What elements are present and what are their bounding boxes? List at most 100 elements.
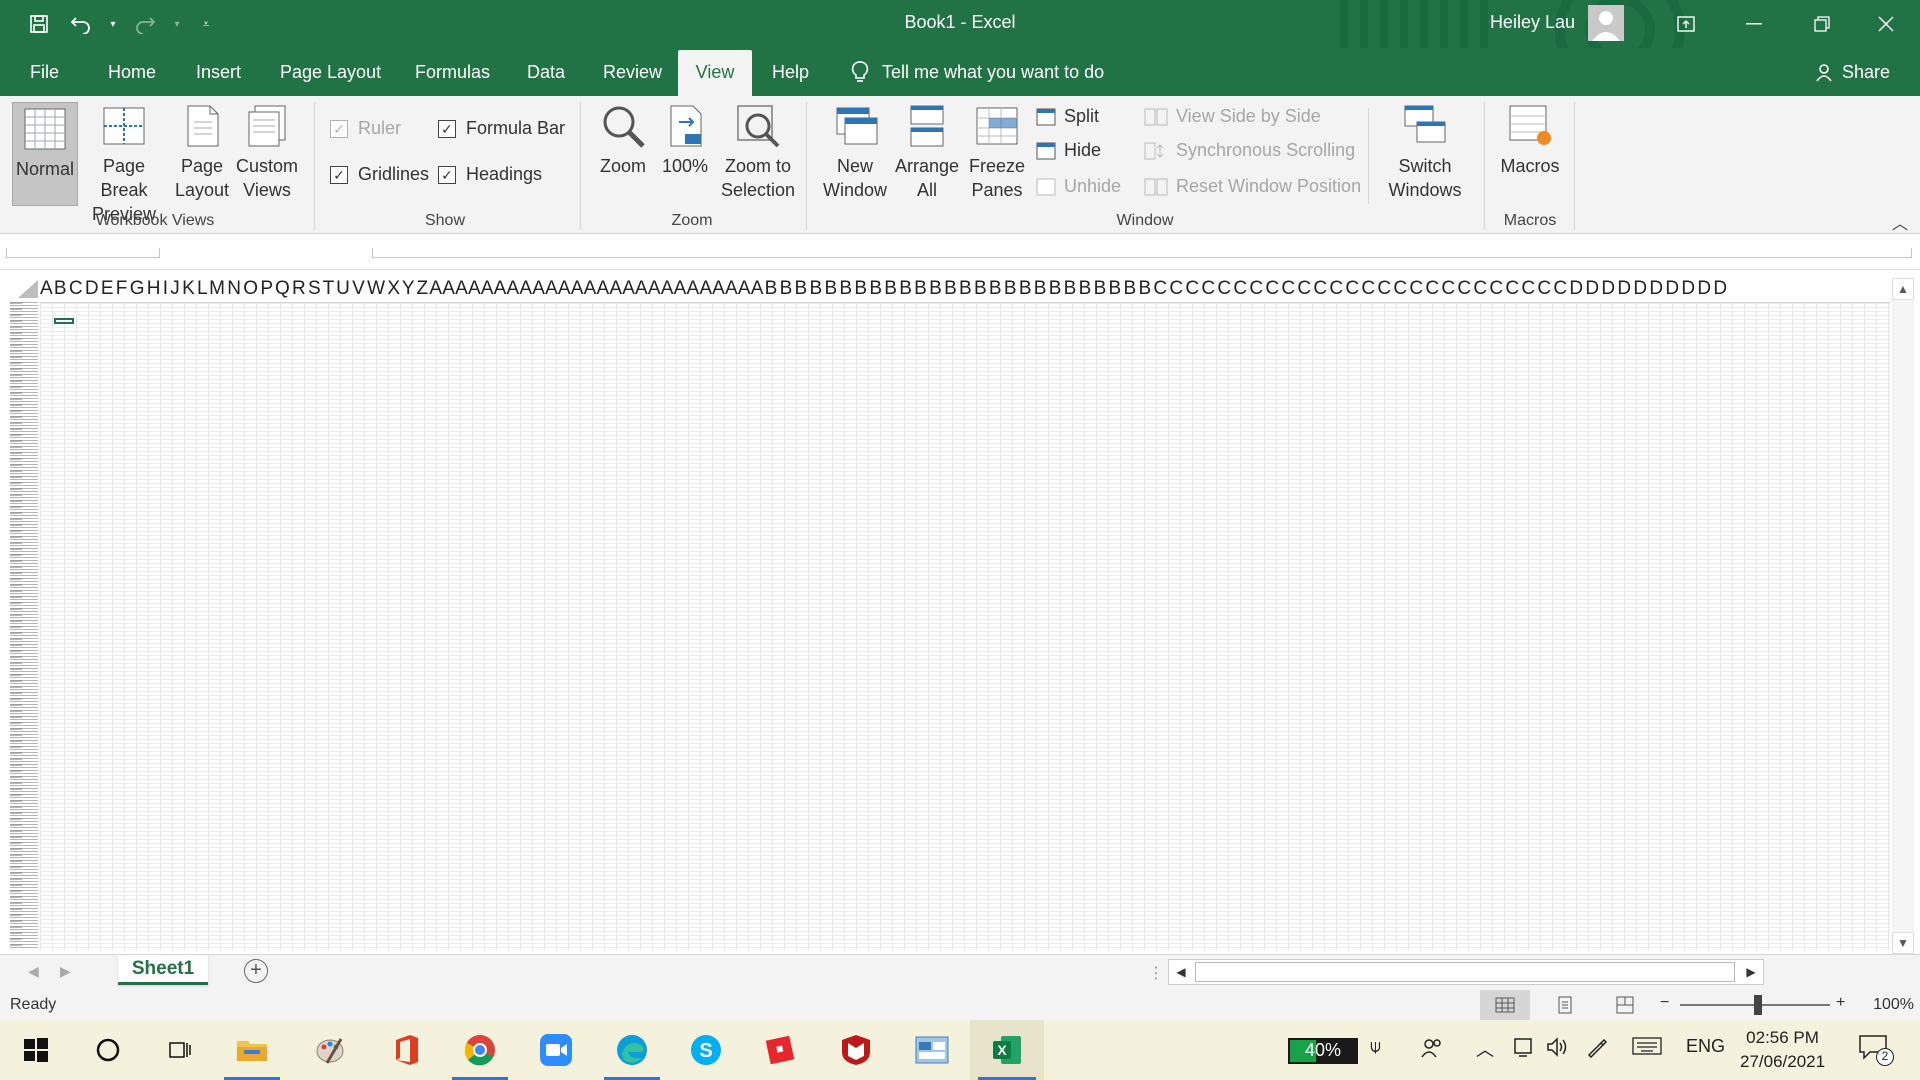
chrome-icon[interactable]: [444, 1020, 516, 1080]
reset-position-label: Reset Window Position: [1176, 176, 1362, 196]
switch-windows-label-2: Windows: [1388, 180, 1462, 200]
headings-checkbox[interactable]: ✓ Headings: [438, 164, 542, 185]
zoom-button[interactable]: Zoom: [594, 102, 652, 178]
tab-view[interactable]: View: [678, 50, 752, 96]
battery-indicator[interactable]: 40%: [1288, 1038, 1358, 1064]
language-indicator[interactable]: ENG: [1686, 1036, 1725, 1057]
add-sheet-icon[interactable]: +: [244, 959, 268, 983]
formula-bar-checkbox[interactable]: ✓ Formula Bar: [438, 118, 565, 139]
skype-icon[interactable]: S: [670, 1020, 742, 1080]
freeze-panes-button[interactable]: Freeze Panes: [962, 102, 1032, 202]
meet-now-icon[interactable]: [1512, 1036, 1534, 1063]
clock-time: 02:56 PM: [1746, 1028, 1819, 1047]
page-layout-status-button[interactable]: [1540, 990, 1590, 1020]
pen-icon[interactable]: ⍦: [1370, 1036, 1381, 1057]
split-button[interactable]: Split: [1036, 106, 1099, 127]
ruler-checkbox[interactable]: ✓ Ruler: [330, 118, 401, 139]
start-windows-icon[interactable]: [0, 1020, 72, 1080]
view-side-by-side-button[interactable]: View Side by Side: [1144, 106, 1321, 127]
horizontal-scrollbar[interactable]: ◀ ▶: [1168, 959, 1764, 985]
select-all-corner[interactable]: [12, 278, 40, 300]
name-box[interactable]: [6, 248, 160, 258]
previous-sheet-icon[interactable]: ◀: [28, 963, 39, 980]
tab-formulas[interactable]: Formulas: [403, 48, 502, 96]
scroll-right-icon[interactable]: ▶: [1739, 960, 1763, 984]
avatar[interactable]: [1588, 5, 1624, 41]
minimize-icon[interactable]: [1720, 0, 1788, 48]
row-headers[interactable]: [10, 302, 38, 950]
zoom-out-icon[interactable]: −: [1660, 994, 1669, 1012]
page-break-label-1: Page Break: [100, 156, 148, 200]
next-sheet-icon[interactable]: ▶: [60, 963, 71, 980]
vertical-scrollbar[interactable]: ▲ ▼: [1892, 278, 1914, 954]
show-hidden-icons-icon[interactable]: ︿: [1476, 1036, 1494, 1062]
close-icon[interactable]: [1852, 0, 1920, 48]
formula-input[interactable]: [372, 248, 1912, 258]
active-cell[interactable]: [54, 318, 74, 324]
task-view-icon[interactable]: [144, 1020, 216, 1080]
unhide-button[interactable]: Unhide: [1036, 176, 1121, 197]
control-panel-icon[interactable]: [896, 1020, 968, 1080]
people-icon[interactable]: [1420, 1036, 1444, 1065]
reset-window-position-button[interactable]: Reset Window Position: [1144, 176, 1361, 197]
normal-view-button[interactable]: Normal: [12, 102, 78, 206]
pen-workspace-icon[interactable]: [1586, 1036, 1608, 1063]
hide-button[interactable]: Hide: [1036, 140, 1101, 161]
paint-icon[interactable]: [294, 1020, 366, 1080]
tab-file[interactable]: File: [18, 48, 71, 96]
zoom-in-icon[interactable]: +: [1836, 994, 1845, 1012]
svg-text:X: X: [997, 1042, 1007, 1058]
page-break-preview-button[interactable]: Page Break Preview: [80, 102, 168, 226]
gridlines-checkbox[interactable]: ✓ Gridlines: [330, 164, 429, 185]
keyboard-icon[interactable]: [1632, 1036, 1662, 1061]
page-break-status-button[interactable]: [1600, 990, 1650, 1020]
zoom-to-selection-button[interactable]: Zoom to Selection: [716, 102, 800, 202]
normal-view-status-button[interactable]: [1480, 990, 1530, 1020]
hide-window-icon: [1036, 142, 1056, 159]
scroll-left-icon[interactable]: ◀: [1169, 960, 1193, 984]
zoom-percent[interactable]: 100%: [1873, 996, 1914, 1014]
macros-button[interactable]: Macros: [1494, 102, 1566, 178]
search-circle-icon[interactable]: [72, 1020, 144, 1080]
user-name[interactable]: Heiley Lau: [1490, 12, 1575, 33]
restore-icon[interactable]: [1788, 0, 1856, 48]
tab-split-handle-icon[interactable]: ⋮: [1148, 963, 1164, 983]
new-window-button[interactable]: New Window: [820, 102, 890, 202]
tab-data[interactable]: Data: [515, 48, 577, 96]
tab-insert[interactable]: Insert: [184, 48, 253, 96]
tell-me-search[interactable]: Tell me what you want to do: [850, 48, 1104, 96]
tab-review[interactable]: Review: [591, 48, 674, 96]
scroll-down-icon[interactable]: ▼: [1892, 932, 1914, 954]
office-icon[interactable]: [370, 1020, 442, 1080]
custom-views-button[interactable]: Custom Views: [234, 102, 300, 202]
volume-icon[interactable]: [1546, 1036, 1570, 1063]
tab-page-layout[interactable]: Page Layout: [268, 48, 393, 96]
clock-date: 27/06/2021: [1740, 1052, 1826, 1071]
zoom-app-icon[interactable]: [520, 1020, 592, 1080]
column-headers[interactable]: A B C D E F G H I J K L M N O P Q R S T …: [40, 278, 1890, 302]
normal-label: Normal: [15, 159, 74, 179]
zoom-slider-thumb[interactable]: [1754, 995, 1762, 1015]
switch-windows-button[interactable]: Switch Windows: [1374, 102, 1476, 202]
edge-icon[interactable]: [596, 1020, 668, 1080]
red-app-icon[interactable]: [744, 1020, 816, 1080]
tab-help[interactable]: Help: [760, 48, 821, 96]
share-button[interactable]: Share: [1814, 48, 1890, 96]
excel-taskbar-icon[interactable]: X: [970, 1020, 1044, 1080]
cell-area[interactable]: [40, 302, 1890, 950]
synchronous-scrolling-button[interactable]: Synchronous Scrolling: [1144, 140, 1355, 161]
custom-views-label-2: Views: [243, 180, 291, 200]
ribbon-display-options-icon[interactable]: [1652, 0, 1720, 48]
arrange-all-button[interactable]: Arrange All: [892, 102, 962, 202]
zoom-100-button[interactable]: 100%: [660, 102, 710, 178]
sheet-tab-sheet1[interactable]: Sheet1: [118, 955, 208, 985]
scroll-up-icon[interactable]: ▲: [1892, 278, 1914, 300]
clock[interactable]: 02:56 PM 27/06/2021: [1740, 1026, 1825, 1074]
notification-center-icon[interactable]: 2: [1858, 1034, 1894, 1066]
horizontal-scroll-thumb[interactable]: [1195, 962, 1735, 982]
mcafee-icon[interactable]: [820, 1020, 892, 1080]
collapse-ribbon-icon[interactable]: ︿: [1892, 210, 1908, 234]
page-layout-view-button[interactable]: Page Layout: [172, 102, 232, 202]
tab-home[interactable]: Home: [96, 48, 168, 96]
file-explorer-icon[interactable]: [216, 1020, 288, 1080]
